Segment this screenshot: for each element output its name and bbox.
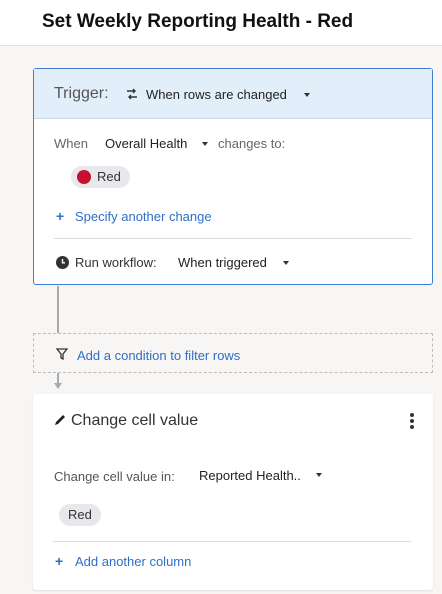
clock-icon (56, 256, 69, 269)
trigger-label: Trigger: (54, 85, 109, 102)
arrow-down-icon (54, 383, 62, 389)
filter-icon (56, 348, 68, 360)
connector-line (57, 286, 59, 333)
pencil-icon (55, 415, 65, 425)
add-condition-box[interactable]: Add a condition to filter rows (33, 333, 433, 373)
specify-another-change-link[interactable]: Specify another change (75, 209, 212, 224)
page-title: Set Weekly Reporting Health - Red (42, 11, 354, 32)
when-label: When (54, 136, 88, 151)
action-column-dropdown[interactable]: Reported Health.. (199, 468, 301, 483)
red-status-dot-icon (77, 170, 91, 184)
chevron-down-icon[interactable] (283, 261, 289, 265)
trigger-type-dropdown[interactable]: When rows are changed (146, 87, 287, 102)
swap-arrows-icon (127, 88, 137, 100)
trigger-card[interactable]: Trigger: When rows are changed When Over… (33, 68, 433, 285)
action-title: Change cell value (71, 412, 199, 429)
add-another-column-link[interactable]: Add another column (75, 554, 191, 569)
status-pill-red[interactable]: Red (71, 166, 130, 188)
value-pill[interactable]: Red (59, 504, 101, 526)
run-workflow-dropdown[interactable]: When triggered (178, 255, 267, 270)
chevron-down-icon[interactable] (316, 473, 322, 477)
header: Set Weekly Reporting Health - Red (0, 0, 442, 46)
change-cell-label: Change cell value in: (54, 469, 175, 484)
run-workflow-label: Run workflow: (75, 255, 157, 270)
add-condition-link[interactable]: Add a condition to filter rows (77, 348, 240, 363)
changes-to-label: changes to: (218, 136, 286, 151)
more-options-icon[interactable] (405, 412, 419, 430)
chevron-down-icon[interactable] (304, 93, 310, 97)
plus-icon[interactable]: + (55, 553, 63, 569)
trigger-column-dropdown[interactable]: Overall Health (105, 136, 187, 151)
action-card[interactable]: Change cell value Change cell value in: … (33, 394, 433, 590)
plus-icon[interactable]: + (56, 208, 64, 224)
divider (54, 238, 412, 239)
chevron-down-icon[interactable] (202, 142, 208, 146)
divider (53, 541, 411, 542)
pill-label: Red (97, 169, 121, 184)
trigger-header: Trigger: When rows are changed (34, 69, 432, 119)
